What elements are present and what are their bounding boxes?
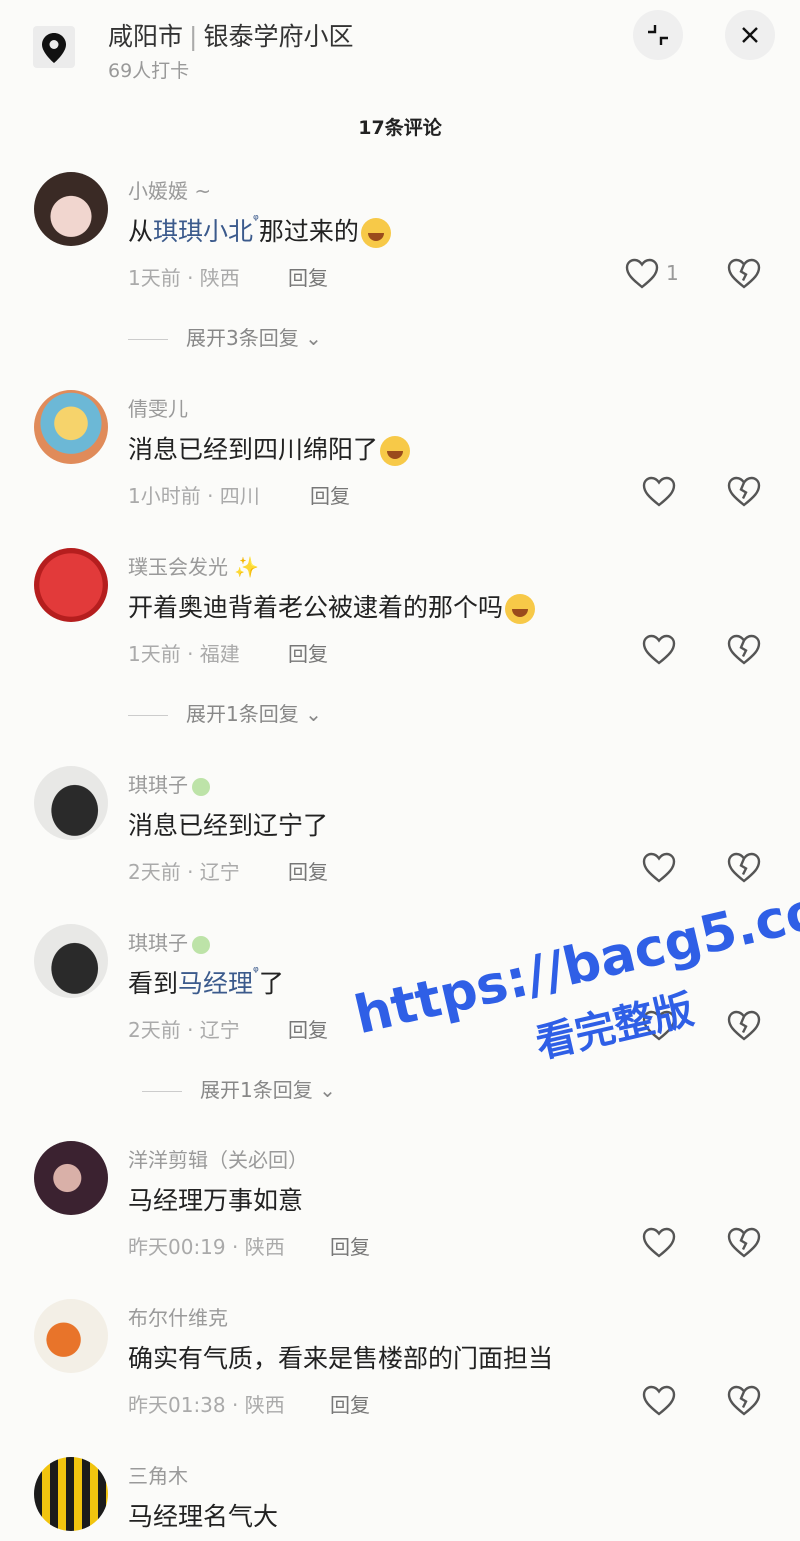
text-segment: 从: [128, 217, 154, 246]
broken-heart-icon[interactable]: [726, 850, 762, 886]
broken-heart-icon[interactable]: [726, 474, 762, 510]
broken-heart-icon[interactable]: [726, 256, 762, 292]
comment-text: 从琪琪小北ᵠ那过来的: [128, 212, 391, 248]
broken-heart-icon[interactable]: [726, 1383, 762, 1419]
comment-meta: 1天前 · 陕西: [128, 266, 240, 290]
search-link[interactable]: 琪琪小北: [153, 217, 253, 246]
heart-icon[interactable]: [641, 1008, 677, 1044]
divider: [128, 339, 168, 340]
heart-icon[interactable]: [641, 850, 677, 886]
apple-badge-icon: [192, 777, 210, 796]
username-text: 琪琪子: [128, 773, 188, 797]
comment-text: 马经理万事如意: [128, 1186, 304, 1215]
comment-text: 马经理名气大: [128, 1502, 279, 1531]
close-icon: [742, 27, 758, 43]
search-link[interactable]: 马经理: [178, 969, 253, 998]
title-separator: |: [189, 22, 198, 51]
expand-replies[interactable]: 展开1条回复 ⌄: [142, 1074, 336, 1103]
expand-label: 展开3条回复: [186, 326, 299, 350]
collapse-icon: [648, 25, 668, 45]
divider: [142, 1091, 182, 1092]
reply-button[interactable]: 回复: [288, 262, 328, 291]
broken-heart-icon[interactable]: [726, 1225, 762, 1261]
username[interactable]: 三角木: [128, 1460, 188, 1489]
username[interactable]: 琪琪子: [128, 927, 210, 956]
username-text: 琪琪子: [128, 931, 188, 955]
text-segment: 那过来的: [258, 217, 359, 246]
close-button[interactable]: [725, 10, 775, 60]
avatar[interactable]: [34, 766, 108, 840]
place-name: 银泰学府小区: [203, 22, 354, 51]
reply-button[interactable]: 回复: [288, 638, 328, 667]
username[interactable]: 倩雯儿: [128, 393, 188, 422]
watermark: https://bacg5.com 看完整版: [330, 802, 800, 1100]
collapse-button[interactable]: [633, 10, 683, 60]
expand-label: 展开1条回复: [186, 702, 299, 726]
header: 咸阳市 | 银泰学府小区 69人打卡: [0, 0, 800, 100]
reply-button[interactable]: 回复: [288, 856, 328, 885]
comment-meta: 昨天00:19 · 陕西: [128, 1235, 285, 1259]
comment-text: 消息已经到辽宁了: [128, 811, 329, 840]
laughing-emoji-icon: [360, 218, 391, 248]
broken-heart-icon[interactable]: [726, 632, 762, 668]
heart-icon[interactable]: [641, 632, 677, 668]
divider: [128, 715, 168, 716]
username[interactable]: 璞玉会发光 ✨: [128, 551, 259, 580]
avatar[interactable]: [34, 1141, 108, 1215]
username[interactable]: 洋洋剪辑（关必回）: [128, 1144, 308, 1173]
crying-laughing-emoji-icon: [380, 436, 411, 466]
avatar[interactable]: [34, 390, 108, 464]
sparkle-icon: ✨: [234, 555, 259, 579]
reply-button[interactable]: 回复: [288, 1014, 328, 1043]
username[interactable]: 布尔什维克: [128, 1302, 228, 1331]
comment-meta: 昨天01:38 · 陕西: [128, 1393, 285, 1417]
apple-badge-icon: [192, 935, 210, 954]
comment-text: 看到马经理ᵠ了: [128, 964, 284, 1000]
grinning-emoji-icon: [505, 594, 536, 624]
avatar[interactable]: [34, 1457, 108, 1531]
avatar[interactable]: [34, 1299, 108, 1373]
location-pin-icon[interactable]: [33, 26, 75, 68]
username[interactable]: 小媛媛 ~: [128, 175, 211, 204]
heart-icon[interactable]: [624, 256, 660, 292]
avatar[interactable]: [34, 172, 108, 246]
expand-label: 展开1条回复: [200, 1078, 313, 1102]
chevron-down-icon: ⌄: [319, 1078, 336, 1102]
comment-text: 开着奥迪背着老公被逮着的那个吗: [128, 588, 536, 624]
comment-count: 17条评论: [358, 117, 442, 139]
text-segment: 看到: [128, 969, 179, 998]
avatar[interactable]: [34, 924, 108, 998]
heart-icon[interactable]: [641, 1383, 677, 1419]
reply-button[interactable]: 回复: [330, 1231, 370, 1260]
comment-meta: 1小时前 · 四川: [128, 484, 260, 508]
comment-meta: 2天前 · 辽宁: [128, 1018, 240, 1042]
expand-replies[interactable]: 展开1条回复 ⌄: [128, 698, 322, 727]
reply-button[interactable]: 回复: [330, 1389, 370, 1418]
chevron-down-icon: ⌄: [305, 326, 322, 350]
reply-button[interactable]: 回复: [310, 480, 350, 509]
heart-icon[interactable]: [641, 1225, 677, 1261]
city-name: 咸阳市: [108, 22, 184, 51]
text-segment: 了: [258, 969, 284, 998]
broken-heart-icon[interactable]: [726, 1008, 762, 1044]
username[interactable]: 琪琪子: [128, 769, 210, 798]
location-title[interactable]: 咸阳市 | 银泰学府小区: [108, 17, 353, 53]
chevron-down-icon: ⌄: [305, 702, 322, 726]
username-text: 璞玉会发光: [128, 555, 228, 579]
comment-text: 确实有气质，看来是售楼部的门面担当: [128, 1344, 554, 1373]
text-segment: 开着奥迪背着老公被逮着的那个吗: [128, 593, 504, 622]
avatar[interactable]: [34, 548, 108, 622]
comment-meta: 2天前 · 辽宁: [128, 860, 240, 884]
text-segment: 消息已经到四川绵阳了: [128, 435, 379, 464]
expand-replies[interactable]: 展开3条回复 ⌄: [128, 322, 322, 351]
like-count: 1: [666, 261, 679, 285]
checkin-count: 69人打卡: [108, 60, 190, 82]
comment-text: 消息已经到四川绵阳了: [128, 430, 411, 466]
comment-meta: 1天前 · 福建: [128, 642, 240, 666]
heart-icon[interactable]: [641, 474, 677, 510]
